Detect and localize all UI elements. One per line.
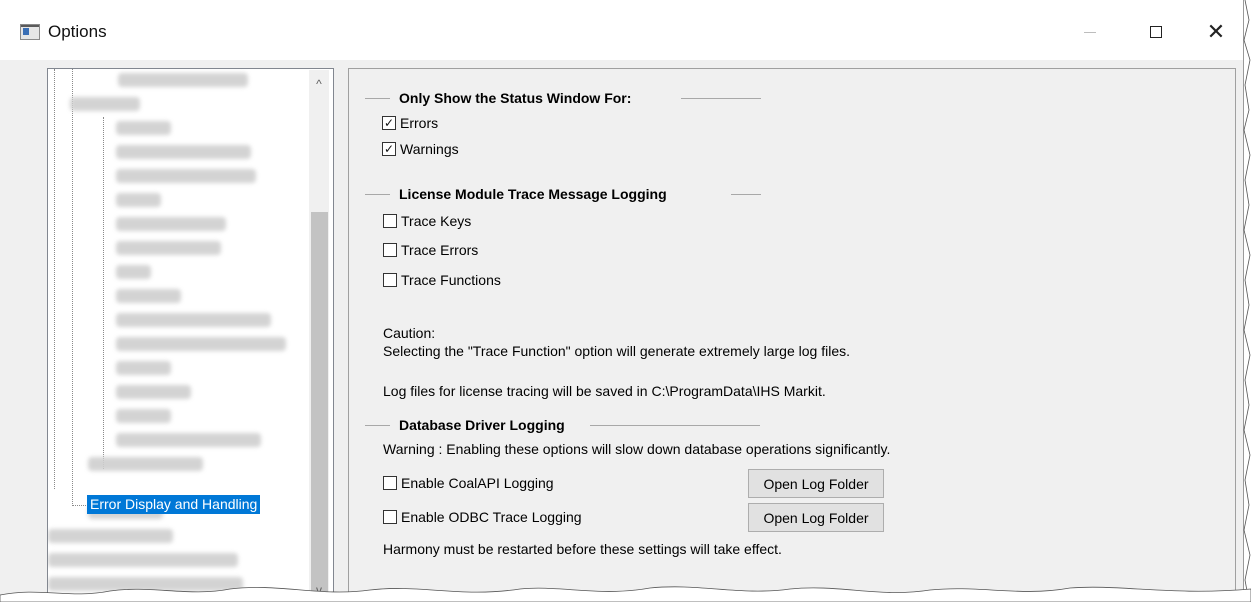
- errors-checkbox[interactable]: ✓ Errors: [382, 115, 438, 131]
- close-icon: ✕: [1206, 19, 1226, 44]
- tree-connector: [103, 117, 104, 469]
- enable-coalapi-logging-checkbox[interactable]: Enable CoalAPI Logging: [383, 475, 554, 491]
- group-separator: [365, 194, 390, 195]
- torn-edge-bottom: [0, 586, 1251, 602]
- checkbox-label: Warnings: [400, 141, 459, 157]
- tree-item[interactable]: [48, 553, 238, 567]
- tree-item[interactable]: [70, 97, 140, 111]
- close-button[interactable]: ✕: [1193, 14, 1239, 50]
- tree-item[interactable]: [116, 385, 191, 399]
- group-separator: [365, 425, 390, 426]
- database-warning-text: Warning : Enabling these options will sl…: [383, 441, 891, 457]
- checkbox-unchecked-icon: [383, 476, 397, 490]
- checkbox-label: Trace Functions: [401, 272, 501, 288]
- caution-text: Selecting the "Trace Function" option wi…: [383, 343, 850, 359]
- tree-item[interactable]: [116, 409, 171, 423]
- group-separator: [590, 425, 760, 426]
- checkbox-label: Trace Keys: [401, 213, 472, 229]
- tree-item[interactable]: [116, 193, 161, 207]
- log-location-text: Log files for license tracing will be sa…: [383, 383, 826, 399]
- tree-item[interactable]: [116, 361, 171, 375]
- window-title: Options: [48, 22, 107, 41]
- scrollbar-thumb[interactable]: [311, 212, 328, 595]
- options-window: Options ✕ Error Display and Handling ^ v…: [0, 0, 1244, 602]
- trace-errors-checkbox[interactable]: Trace Errors: [383, 242, 478, 258]
- tree-item[interactable]: [116, 145, 251, 159]
- checkbox-unchecked-icon: [383, 273, 397, 287]
- tree-item[interactable]: [116, 217, 226, 231]
- restart-note: Harmony must be restarted before these s…: [383, 541, 782, 557]
- checkbox-label: Enable ODBC Trace Logging: [401, 509, 582, 525]
- tree-connector: [72, 69, 73, 504]
- tree-item[interactable]: [88, 457, 203, 471]
- tree-item[interactable]: [116, 265, 151, 279]
- checkbox-label: Errors: [400, 115, 439, 131]
- tree-item-error-display-and-handling[interactable]: Error Display and Handling: [87, 495, 261, 514]
- torn-edge-right: [1243, 0, 1251, 602]
- maximize-icon: [1150, 26, 1162, 38]
- open-log-folder-button[interactable]: Open Log Folder: [748, 503, 884, 532]
- tree-item[interactable]: [116, 289, 181, 303]
- title-bar[interactable]: Options ✕: [0, 0, 1243, 60]
- trace-functions-checkbox[interactable]: Trace Functions: [383, 272, 501, 288]
- checkbox-checked-icon: ✓: [382, 116, 396, 130]
- group-separator: [365, 98, 390, 99]
- warnings-checkbox[interactable]: ✓ Warnings: [382, 141, 459, 157]
- tree-item[interactable]: [116, 241, 221, 255]
- caution-heading: Caution:: [383, 325, 436, 341]
- minimize-icon: [1084, 31, 1096, 33]
- tree-item[interactable]: [118, 73, 248, 87]
- open-log-folder-button[interactable]: Open Log Folder: [748, 469, 884, 498]
- options-tree[interactable]: [47, 68, 334, 602]
- license-logging-group-title: License Module Trace Message Logging: [399, 186, 667, 202]
- tree-connector: [54, 69, 55, 489]
- tree-connector: [72, 505, 86, 506]
- tree-item[interactable]: [116, 121, 171, 135]
- tree-scrollbar[interactable]: ^ v: [309, 70, 329, 600]
- checkbox-checked-icon: ✓: [382, 142, 396, 156]
- checkbox-unchecked-icon: [383, 510, 397, 524]
- checkbox-unchecked-icon: [383, 214, 397, 228]
- scroll-up-icon[interactable]: ^: [309, 74, 329, 94]
- options-window-icon: [20, 24, 40, 40]
- status-window-group-title: Only Show the Status Window For:: [399, 90, 632, 106]
- tree-item[interactable]: [116, 433, 261, 447]
- tree-item[interactable]: [48, 529, 173, 543]
- database-logging-group-title: Database Driver Logging: [399, 417, 565, 433]
- checkbox-label: Enable CoalAPI Logging: [401, 475, 554, 491]
- tree-item[interactable]: [116, 169, 256, 183]
- enable-odbc-trace-logging-checkbox[interactable]: Enable ODBC Trace Logging: [383, 509, 582, 525]
- tree-item[interactable]: [116, 313, 271, 327]
- maximize-button[interactable]: [1133, 14, 1179, 50]
- checkbox-unchecked-icon: [383, 243, 397, 257]
- minimize-button[interactable]: [1067, 14, 1113, 50]
- tree-item[interactable]: [116, 337, 286, 351]
- group-separator: [731, 194, 761, 195]
- trace-keys-checkbox[interactable]: Trace Keys: [383, 213, 471, 229]
- group-separator: [681, 98, 761, 99]
- checkbox-label: Trace Errors: [401, 242, 479, 258]
